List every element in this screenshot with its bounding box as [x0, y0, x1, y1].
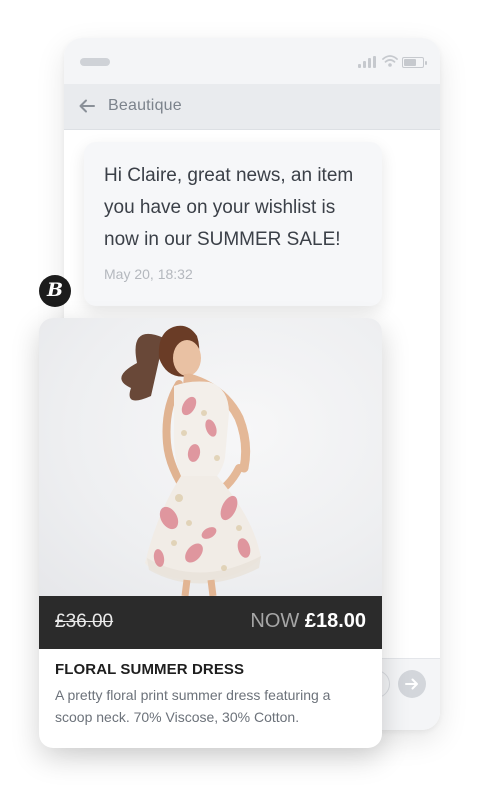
product-info: FLORAL SUMMER DRESS A pretty floral prin… — [39, 649, 382, 740]
signal-icon — [358, 56, 376, 68]
dress-photo-illustration — [121, 325, 261, 596]
battery-icon — [402, 57, 427, 68]
now-label: NOW — [250, 610, 300, 632]
send-button[interactable] — [398, 670, 426, 698]
message-timestamp: May 20, 18:32 — [104, 266, 193, 282]
product-image — [39, 318, 382, 596]
message-text: Hi Claire, great news, an item you have … — [104, 165, 354, 250]
nav-bar: Beautique — [64, 84, 440, 130]
product-description: A pretty floral print summer dress featu… — [55, 687, 331, 725]
product-card[interactable]: £36.00 NOW £18.00 FLORAL SUMMER DRESS A … — [39, 318, 382, 748]
arrow-left-icon[interactable] — [78, 97, 96, 115]
price-bar: £36.00 NOW £18.00 — [39, 596, 382, 649]
message-bubble: Hi Claire, great news, an item you have … — [84, 142, 382, 306]
wifi-icon — [382, 55, 398, 67]
old-price: £36.00 — [55, 611, 114, 632]
product-title: FLORAL SUMMER DRESS — [55, 661, 245, 678]
new-price: £18.00 — [304, 610, 366, 632]
sale-price: NOW £18.00 — [250, 610, 366, 633]
status-bar — [64, 38, 440, 84]
battery-level — [404, 59, 416, 66]
brand-logo-badge: B — [39, 275, 71, 307]
conversation-title: Beautique — [108, 97, 182, 114]
arrow-right-icon — [405, 678, 418, 690]
speaker-slot — [80, 58, 110, 66]
brand-logo-letter: B — [46, 279, 64, 301]
